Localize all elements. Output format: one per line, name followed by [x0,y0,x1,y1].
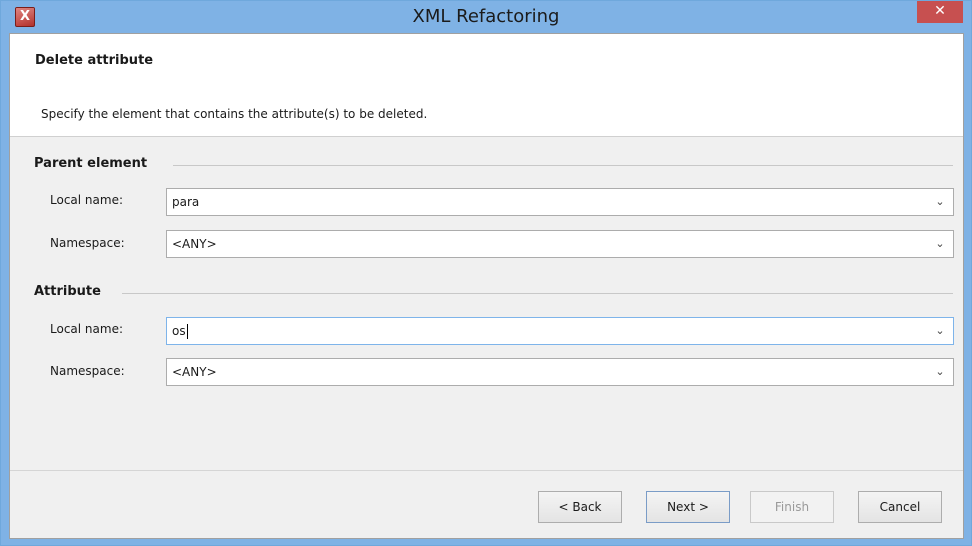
chevron-down-icon[interactable]: ⌄ [927,189,953,215]
dialog-body: Delete attribute Specify the element tha… [9,33,964,539]
attribute-namespace-label: Namespace: [50,364,125,378]
button-bar-divider [10,470,963,471]
chevron-down-icon[interactable]: ⌄ [927,359,953,385]
close-icon: ✕ [934,3,946,19]
chevron-down-icon[interactable]: ⌄ [927,231,953,257]
window-title: XML Refactoring [412,6,560,27]
parent-local-name-combo[interactable]: para ⌄ [166,188,954,216]
attribute-local-name-value: os [172,318,188,344]
attribute-local-name-combo[interactable]: os ⌄ [166,317,954,345]
attribute-namespace-value: <ANY> [172,365,217,379]
title-bar[interactable]: X XML Refactoring ✕ [1,1,971,33]
close-button[interactable]: ✕ [917,1,963,23]
parent-element-group-line [173,165,953,166]
finish-button[interactable]: Finish [750,491,834,523]
cancel-button[interactable]: Cancel [858,491,942,523]
page-description: Specify the element that contains the at… [41,107,428,121]
chevron-down-icon[interactable]: ⌄ [927,318,953,344]
text-caret [186,324,188,339]
attribute-group-line [122,293,953,294]
attribute-namespace-combo[interactable]: <ANY> ⌄ [166,358,954,386]
wizard-header: Delete attribute Specify the element tha… [10,34,963,137]
parent-namespace-label: Namespace: [50,236,125,250]
parent-namespace-combo[interactable]: <ANY> ⌄ [166,230,954,258]
next-button[interactable]: Next > [646,491,730,523]
attribute-local-name-text: os [172,324,186,338]
parent-local-name-label: Local name: [50,193,123,207]
back-button[interactable]: < Back [538,491,622,523]
parent-local-name-value: para [172,195,200,209]
attribute-local-name-label: Local name: [50,322,123,336]
parent-element-group-title: Parent element [34,156,148,171]
parent-namespace-value: <ANY> [172,237,217,251]
attribute-group-title: Attribute [34,284,101,299]
page-title: Delete attribute [35,53,154,68]
dialog-window: X XML Refactoring ✕ Delete attribute Spe… [0,0,972,546]
